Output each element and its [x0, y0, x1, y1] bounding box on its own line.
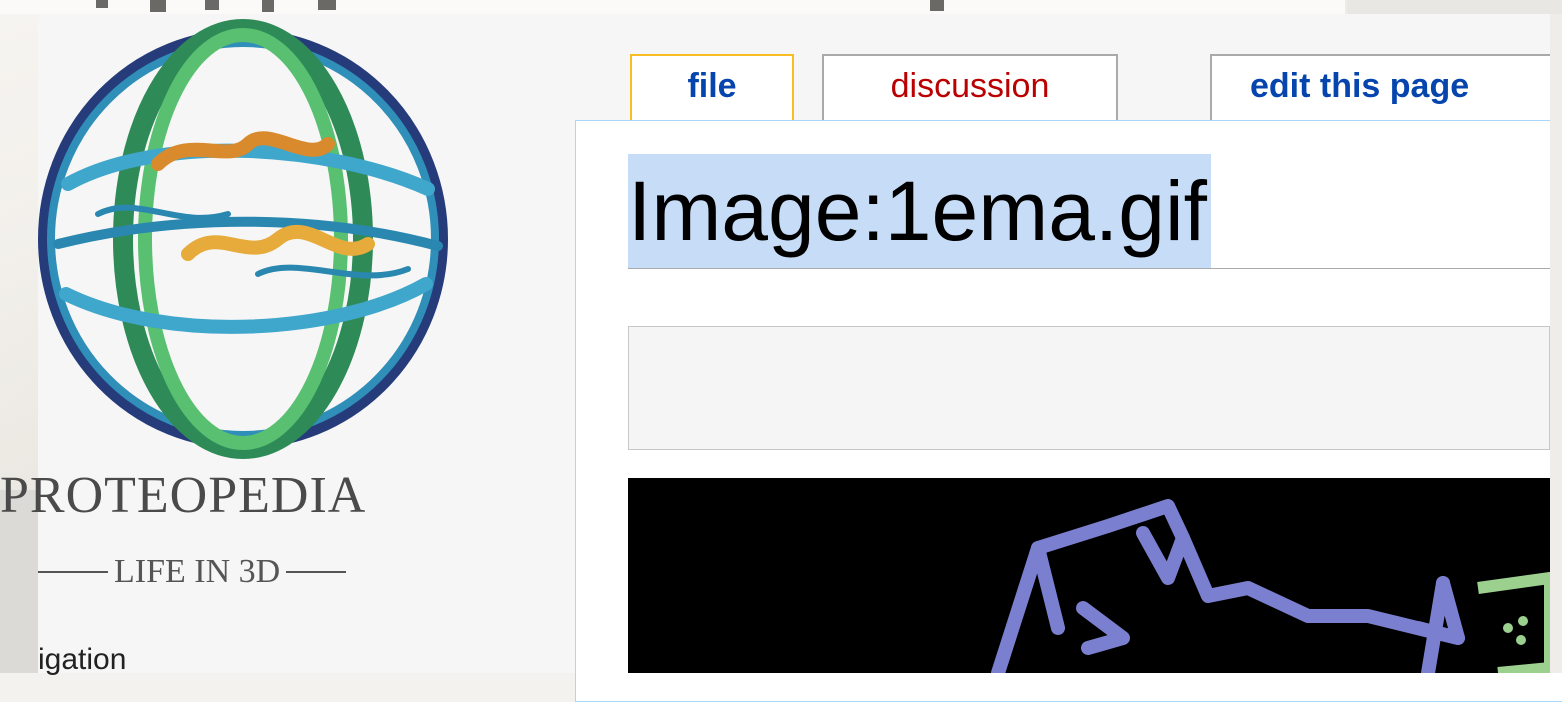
- tagline-rule-right: [286, 571, 347, 573]
- tagline-text: LIFE IN 3D: [114, 553, 281, 590]
- title-divider: [628, 268, 1550, 269]
- slide-right-edge: [1550, 14, 1562, 673]
- tab-discussion[interactable]: discussion: [822, 54, 1118, 120]
- slide-title-fragment: [0, 0, 1345, 14]
- tagline-rule-left: [38, 571, 108, 573]
- tab-file[interactable]: file: [630, 54, 794, 120]
- file-image-preview[interactable]: [628, 478, 1550, 673]
- tab-edit-this-page[interactable]: edit this page: [1210, 54, 1562, 120]
- logo-tagline: LIFE IN 3D: [38, 548, 458, 596]
- page-title: Image:1ema.gif: [628, 154, 1211, 268]
- proteopedia-globe-logo-icon: [38, 19, 448, 459]
- slide-corner-panel: [1347, 0, 1562, 14]
- navigation-heading: igation: [38, 643, 127, 676]
- molecule-structure-icon: [991, 499, 1550, 673]
- title-glyph-fragments: [96, 0, 944, 12]
- logo-wordmark: PROTEOPEDIA: [0, 467, 367, 524]
- file-info-box: [628, 326, 1550, 450]
